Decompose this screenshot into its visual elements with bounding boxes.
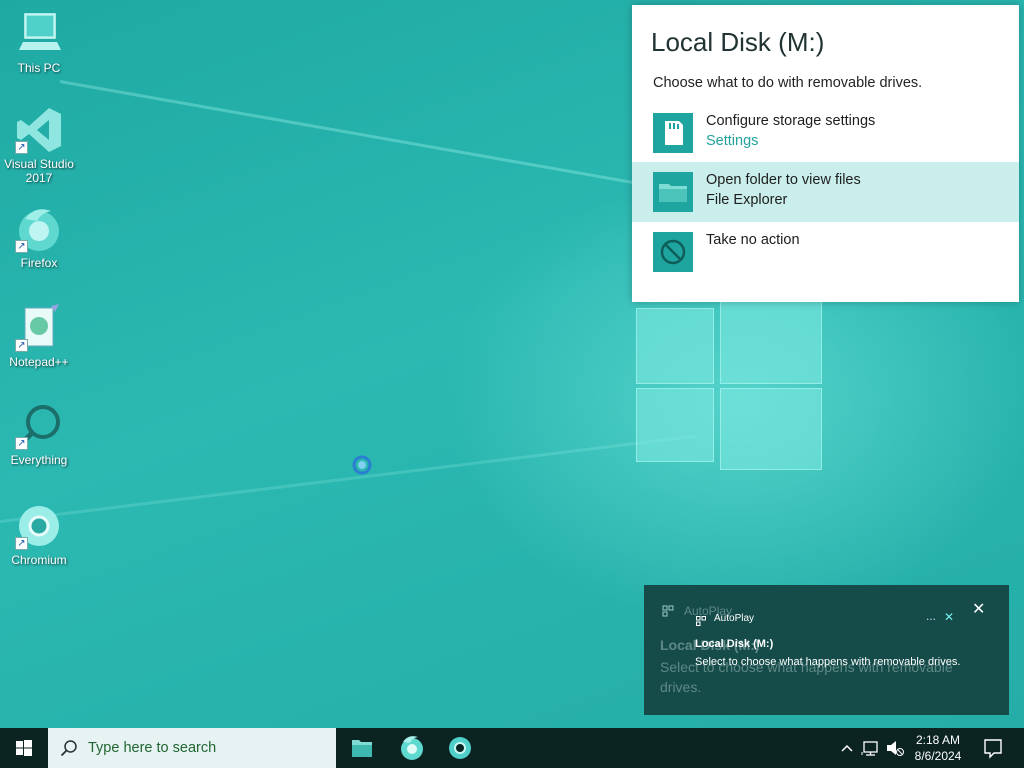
- chevron-up-icon: [841, 744, 853, 752]
- notepad-plus-plus-icon: ↗: [15, 304, 63, 352]
- autoplay-toast[interactable]: AutoPlay AutoPlay ... ✕ ✕ Local Disk (M:…: [644, 585, 1009, 715]
- desktop-icon-label: This PC: [17, 61, 61, 75]
- desktop-icon-label: Everything: [10, 453, 68, 467]
- shortcut-arrow-icon: ↗: [15, 141, 28, 154]
- network-icon: [861, 741, 878, 756]
- desktop-icon-everything[interactable]: ↗ Everything: [0, 402, 78, 467]
- option-configure-storage[interactable]: Configure storage settings Settings: [632, 103, 1019, 163]
- start-button[interactable]: [0, 728, 48, 768]
- volume-tray-button[interactable]: [884, 728, 906, 768]
- taskbar-search-box[interactable]: Type here to search: [48, 728, 336, 768]
- firefox-icon: ↗: [15, 205, 63, 253]
- windows-logo-icon: [16, 740, 32, 756]
- visual-studio-icon: ↗: [15, 106, 63, 154]
- desktop-icon-visual-studio[interactable]: ↗ Visual Studio 2017: [0, 106, 78, 185]
- windows-logo-wallpaper: [636, 300, 826, 470]
- toast-more-button[interactable]: ...: [926, 609, 936, 623]
- folder-icon: [352, 740, 372, 757]
- option-detail: File Explorer: [706, 192, 788, 208]
- option-take-no-action[interactable]: Take no action: [632, 222, 1019, 282]
- option-label: Configure storage settings: [706, 113, 876, 129]
- search-placeholder: Type here to search: [88, 740, 217, 756]
- clock-date: 8/6/2024: [914, 749, 962, 763]
- action-center-button[interactable]: [978, 728, 1008, 768]
- autoplay-flyout: Local Disk (M:) Choose what to do with r…: [632, 5, 1019, 302]
- desktop-icon-label: Firefox: [20, 256, 58, 270]
- desktop-icon-label: Visual Studio 2017: [4, 157, 74, 185]
- autoplay-icon: [662, 604, 674, 617]
- taskbar-file-explorer[interactable]: [338, 728, 386, 768]
- toast-body: Select to choose what happens with remov…: [695, 656, 961, 668]
- taskbar-firefox[interactable]: [388, 728, 436, 768]
- option-label: Take no action: [706, 232, 800, 248]
- computer-icon: [15, 10, 63, 58]
- flyout-title: Local Disk (M:): [651, 27, 825, 57]
- taskbar-chromium[interactable]: [436, 728, 484, 768]
- search-icon: [60, 740, 77, 757]
- toast-app-name: AutoPlay: [714, 613, 755, 624]
- toast-close-button[interactable]: ✕: [972, 599, 985, 619]
- clock-time: 2:18 AM: [915, 733, 961, 747]
- desktop-icon-this-pc[interactable]: This PC: [0, 10, 78, 75]
- firefox-icon: [401, 736, 423, 760]
- light-beam: [0, 434, 695, 523]
- light-beam: [59, 80, 671, 191]
- shortcut-arrow-icon: ↗: [15, 537, 28, 550]
- show-hidden-icons-button[interactable]: [838, 728, 856, 768]
- option-open-folder[interactable]: Open folder to view files File Explorer: [632, 162, 1019, 222]
- volume-muted-icon: [887, 741, 904, 756]
- no-action-icon: [653, 232, 693, 272]
- shortcut-arrow-icon: ↗: [15, 339, 28, 352]
- busy-cursor-icon: [352, 455, 372, 475]
- toast-title: Local Disk (M:): [695, 638, 774, 650]
- network-tray-button[interactable]: [860, 728, 882, 768]
- desktop-icon-notepad-plus-plus[interactable]: ↗ Notepad++: [0, 304, 78, 369]
- folder-icon: [653, 172, 693, 212]
- chromium-icon: ↗: [15, 502, 63, 550]
- autoplay-icon: [696, 613, 706, 626]
- sd-card-icon: [653, 113, 693, 153]
- desktop-icon-chromium[interactable]: ↗ Chromium: [0, 502, 78, 567]
- desktop-icon-label: Notepad++: [9, 355, 69, 369]
- option-label: Open folder to view files: [706, 172, 861, 188]
- chromium-icon: [449, 737, 471, 759]
- shortcut-arrow-icon: ↗: [15, 240, 28, 253]
- taskbar-clock[interactable]: 2:18 AM 8/6/2024: [906, 732, 970, 764]
- toast-dismiss-button[interactable]: ✕: [944, 610, 954, 624]
- everything-search-icon: ↗: [15, 402, 63, 450]
- shortcut-arrow-icon: ↗: [15, 437, 28, 450]
- desktop-icon-label: Chromium: [11, 553, 67, 567]
- option-detail: Settings: [706, 133, 759, 149]
- notification-icon: [984, 739, 1002, 759]
- flyout-subtitle: Choose what to do with removable drives.: [653, 75, 923, 91]
- taskbar: Type here to search 2:18 AM 8/6/2024: [0, 728, 1024, 768]
- desktop-icon-firefox[interactable]: ↗ Firefox: [0, 205, 78, 270]
